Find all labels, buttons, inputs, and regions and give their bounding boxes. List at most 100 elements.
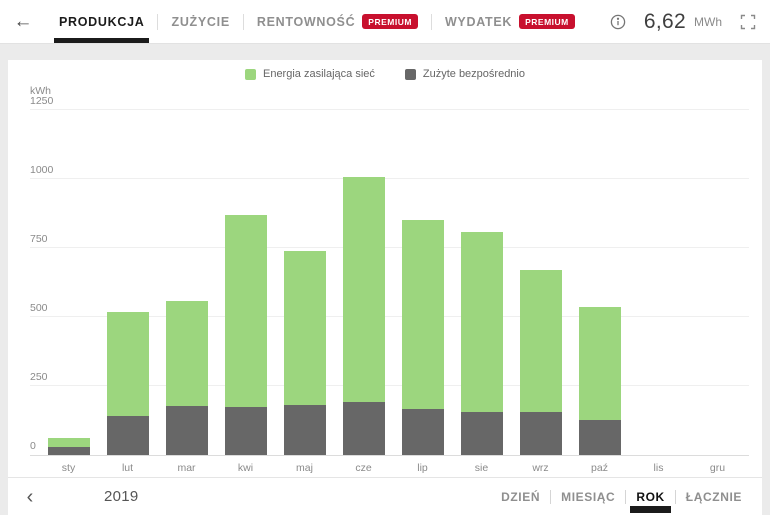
bar-slot-wrz — [511, 111, 570, 455]
x-axis-label-sty: sty — [39, 462, 98, 474]
main-tabs: PRODUKCJAZUŻYCIERENTOWNOŚĆPREMIUMWYDATEK… — [46, 0, 588, 43]
legend-label: Zużyte bezpośrednio — [423, 68, 525, 80]
bar-maj[interactable] — [284, 251, 326, 455]
bar-segment-grid[interactable] — [343, 177, 385, 402]
back-button[interactable]: ← — [0, 0, 46, 43]
fullscreen-icon[interactable] — [740, 14, 756, 30]
x-axis-label-lip: lip — [393, 462, 452, 474]
period-tab-label: ROK — [636, 490, 664, 504]
x-axis-label-wrz: wrz — [511, 462, 570, 474]
period-tab-rok[interactable]: ROK — [626, 478, 674, 515]
bar-slot-paź — [570, 111, 629, 455]
header-metrics: 6,62 MWh — [610, 0, 770, 43]
y-axis-tick-label: 1250 — [30, 95, 53, 107]
chart-legend: Energia zasilająca sieć Zużyte bezpośredn… — [8, 68, 762, 80]
period-tab-label: ŁĄCZNIE — [686, 490, 742, 504]
bar-slot-lis — [629, 111, 688, 455]
x-axis-label-kwi: kwi — [216, 462, 275, 474]
bar-segment-direct[interactable] — [284, 405, 326, 455]
period-tab-label: MIESIĄC — [561, 490, 615, 504]
gridline — [30, 109, 749, 110]
period-tabs: DZIEŃ MIESIĄC ROK ŁĄCZNIE — [491, 478, 762, 515]
tab-wydatek[interactable]: WYDATEK PREMIUM — [432, 0, 588, 43]
legend-swatch-icon — [245, 69, 256, 80]
x-axis-label-maj: maj — [275, 462, 334, 474]
bar-segment-grid[interactable] — [166, 301, 208, 406]
bar-kwi[interactable] — [225, 215, 267, 455]
tab-label: ZUŻYCIE — [171, 15, 229, 29]
tab-produkcja[interactable]: PRODUKCJA — [46, 0, 157, 43]
y-axis-tick-label: 0 — [30, 440, 36, 452]
bar-cze[interactable] — [343, 177, 385, 455]
bar-segment-grid[interactable] — [461, 232, 503, 412]
bar-slot-gru — [688, 111, 747, 455]
x-axis-label-lut: lut — [98, 462, 157, 474]
x-axis-label-lis: lis — [629, 462, 688, 474]
bar-segment-grid[interactable] — [520, 270, 562, 412]
chart-card: Energia zasilająca sieć Zużyte bezpośredn… — [8, 60, 762, 515]
tab-label: WYDATEK — [445, 15, 512, 29]
bar-segment-direct[interactable] — [107, 416, 149, 455]
info-icon[interactable] — [610, 14, 626, 30]
back-arrow-icon: ← — [14, 11, 33, 33]
bar-segment-direct[interactable] — [225, 407, 267, 455]
bar-segment-direct[interactable] — [166, 406, 208, 455]
x-axis-labels: stylutmarkwimajczelipsiewrzpaźlisgru — [39, 462, 747, 474]
bar-lut[interactable] — [107, 312, 149, 455]
bar-segment-grid[interactable] — [225, 215, 267, 407]
bar-segment-direct[interactable] — [402, 409, 444, 455]
bar-segment-grid[interactable] — [284, 251, 326, 405]
bar-segment-grid[interactable] — [402, 220, 444, 409]
period-tab-label: DZIEŃ — [501, 490, 540, 504]
bar-segment-direct[interactable] — [48, 447, 90, 455]
bar-slot-kwi — [216, 111, 275, 455]
legend-swatch-icon — [405, 69, 416, 80]
bar-slot-sty — [39, 111, 98, 455]
tab-label: PRODUKCJA — [59, 15, 144, 29]
bar-slot-cze — [334, 111, 393, 455]
bar-slot-lip — [393, 111, 452, 455]
legend-item: Zużyte bezpośrednio — [405, 68, 525, 80]
tab-label: RENTOWNOŚĆ — [257, 15, 355, 29]
chevron-left-icon: ‹ — [27, 486, 34, 508]
x-axis-label-paź: paź — [570, 462, 629, 474]
tab-rentowność[interactable]: RENTOWNOŚĆ PREMIUM — [244, 0, 431, 43]
bar-lip[interactable] — [402, 220, 444, 455]
bar-paź[interactable] — [579, 307, 621, 455]
chart-footer: ‹ 2019 DZIEŃ MIESIĄC ROK ŁĄCZNIE — [8, 477, 762, 515]
bar-segment-direct[interactable] — [520, 412, 562, 455]
bar-slot-sie — [452, 111, 511, 455]
x-axis-label-mar: mar — [157, 462, 216, 474]
top-bar: ← PRODUKCJAZUŻYCIERENTOWNOŚĆPREMIUMWYDAT… — [0, 0, 770, 44]
bar-segment-direct[interactable] — [461, 412, 503, 455]
premium-badge: PREMIUM — [362, 14, 418, 29]
bar-segment-direct[interactable] — [343, 402, 385, 455]
x-axis-label-sie: sie — [452, 462, 511, 474]
premium-badge: PREMIUM — [519, 14, 575, 29]
period-tab-łącznie[interactable]: ŁĄCZNIE — [676, 478, 752, 515]
year-label: 2019 — [104, 488, 139, 505]
bar-segment-grid[interactable] — [579, 307, 621, 420]
bar-segment-grid[interactable] — [107, 312, 149, 416]
bar-wrz[interactable] — [520, 270, 562, 455]
bar-segment-grid[interactable] — [48, 438, 90, 447]
bar-slot-mar — [157, 111, 216, 455]
legend-label: Energia zasilająca sieć — [263, 68, 375, 80]
legend-item: Energia zasilająca sieć — [245, 68, 375, 80]
bar-slot-lut — [98, 111, 157, 455]
previous-year-button[interactable]: ‹ — [8, 487, 52, 507]
x-axis-label-cze: cze — [334, 462, 393, 474]
period-tab-miesiąc[interactable]: MIESIĄC — [551, 478, 625, 515]
bar-mar[interactable] — [166, 301, 208, 455]
x-axis-label-gru: gru — [688, 462, 747, 474]
bar-sie[interactable] — [461, 232, 503, 455]
bars-row — [39, 111, 747, 455]
total-production-value: 6,62 — [644, 10, 686, 34]
bar-segment-direct[interactable] — [579, 420, 621, 455]
bar-sty[interactable] — [48, 438, 90, 455]
plot-area: 025050075010001250 — [30, 111, 749, 456]
tab-zużycie[interactable]: ZUŻYCIE — [158, 0, 242, 43]
period-tab-dzień[interactable]: DZIEŃ — [491, 478, 550, 515]
total-production-unit: MWh — [694, 15, 722, 29]
bar-slot-maj — [275, 111, 334, 455]
